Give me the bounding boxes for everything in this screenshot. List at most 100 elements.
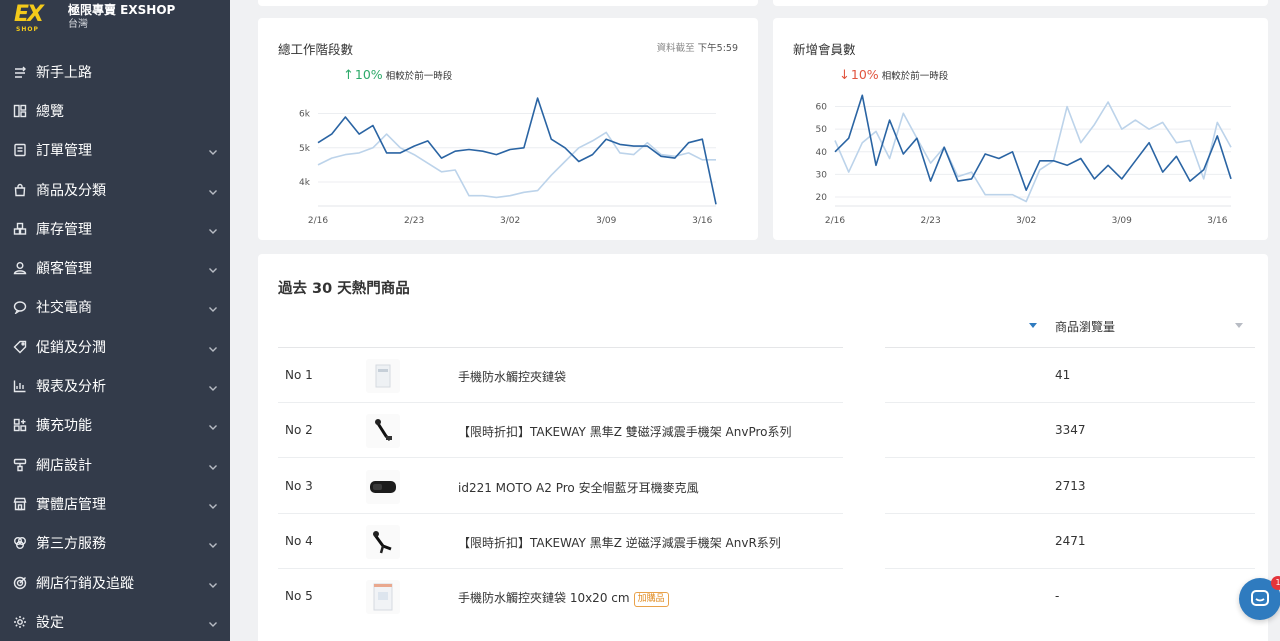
sidebar-item-15[interactable]: 設定 [0,602,230,641]
tag-icon [12,339,28,355]
sidebar-nav: 新手上路總覽訂單管理商品及分類 庫存管理顧客管理社交電商促銷及分潤報表及分析擴充功… [0,52,230,641]
product-thumbnail[interactable] [366,580,400,615]
series-line-previous [317,131,716,199]
sidebar-item-label: 第三方服務 [36,536,106,553]
table-row[interactable]: No 1 手機防水觸控夾鏈袋 41 [278,348,1255,403]
product-name-link[interactable]: 【限時折扣】TAKEWAY 黑隼Z 雙磁浮減震手機架 AnvPro系列 [458,423,792,440]
product-name-link[interactable]: 【限時折扣】TAKEWAY 黑隼Z 逆磁浮減震手機架 AnvR系列 [458,534,781,551]
summary-card-top-right [773,0,1268,6]
target-icon [12,575,28,591]
addon-badge: 加購品 [633,592,669,608]
x-tick-label: 3/09 [596,216,616,226]
x-tick-label: 2/23 [920,216,940,226]
x-tick-label: 3/16 [692,216,712,226]
sidebar-item-label: 顧客管理 [36,261,92,278]
y-tick-label: 60 [816,103,828,113]
sidebar-item-label: 設定 [36,614,64,631]
sidebar-item-5[interactable]: 庫存管理 [0,209,230,248]
y-tick-label: 20 [816,193,828,203]
chevron-down-icon[interactable] [208,185,218,195]
bag-icon [12,182,28,198]
inventory-icon [12,221,28,237]
product-rank: No 1 [285,368,313,382]
sidebar-item-3[interactable]: 訂單管理 [0,131,230,170]
apps-icon [12,417,28,433]
table-row[interactable]: No 2 【限時折扣】TAKEWAY 黑隼Z 雙磁浮減震手機架 AnvPro系列 3… [278,403,1255,459]
sort-desc-icon[interactable] [1029,323,1037,329]
chevron-down-icon[interactable] [208,224,218,234]
sessions-line-chart: 4k 5k 6k 2/16 2/23 3/02 3/09 3/16 [299,97,717,226]
y-tick-label: 5k [299,144,311,154]
sidebar-item-2[interactable]: 總覽 [0,91,230,130]
sidebar-item-label: 擴充功能 [36,418,92,435]
product-thumbnail[interactable] [366,469,400,504]
chevron-down-icon[interactable] [208,578,218,588]
product-views: 3347 [1055,423,1086,438]
summary-card-top-left [258,0,758,6]
brand-header[interactable]: EX SHOP 極限專賣 EXSHOP 台灣 [0,0,230,40]
product-thumbnail[interactable] [366,524,400,559]
sidebar-item-6[interactable]: 顧客管理 [0,248,230,287]
sidebar-item-14[interactable]: 網店行銷及追蹤 [0,563,230,602]
sort-toggle-icon[interactable] [1235,323,1243,329]
sidebar-item-label: 網店行銷及追蹤 [36,575,134,592]
chevron-down-icon[interactable] [208,381,218,392]
chevron-down-icon[interactable] [208,302,218,313]
sessions-chart-card: 總工作階段數 資料截至 下午5:59 ↑ 10% 相較於前一時段 4k 5k 6k 2… [258,18,758,240]
sidebar-item-11[interactable]: 網店設計 [0,445,230,484]
column-header-views[interactable]: 商品瀏覽量 [1055,318,1115,335]
y-tick-label: 30 [816,170,828,180]
product-name-link[interactable]: 手機防水觸控夾鏈袋 [458,368,566,385]
customer-icon [12,260,28,276]
product-thumbnail[interactable] [366,359,400,393]
sidebar-item-label: 總覽 [36,103,64,120]
product-views: - [1055,589,1060,604]
sidebar-item-label: 社交電商 [36,300,92,317]
sidebar-item-7[interactable]: 社交電商 [0,288,230,327]
sidebar-item-label: 實體店管理 [36,496,106,513]
sidebar-item-10[interactable]: 擴充功能 [0,406,230,445]
sidebar-item-1[interactable]: 新手上路 [0,52,230,91]
y-tick-label: 6k [299,110,311,120]
chevron-down-icon[interactable] [208,499,218,509]
top-products-card: 過去 30 天熱門商品 商品瀏覽量 No 1 手機防水觸控夾鏈袋 41 No 2 【限時… [258,254,1268,641]
sidebar-item-9[interactable]: 報表及分析 [0,366,230,405]
sidebar-item-4[interactable]: 商品及分類 [0,170,230,209]
table-row[interactable]: No 4 【限時折扣】TAKEWAY 黑隼Z 逆磁浮減震手機架 AnvR系列 247… [278,514,1255,569]
sidebar-item-13[interactable]: 第三方服務 [0,524,230,563]
overview-icon [12,103,28,119]
integration-icon [12,535,28,551]
chevron-down-icon[interactable] [208,538,218,549]
exshop-logo: EX SHOP [14,2,44,33]
sidebar-item-label: 新手上路 [36,64,92,81]
chevron-down-icon[interactable] [208,460,218,470]
chevron-down-icon[interactable] [208,420,218,431]
chat-bubble-icon [1251,590,1269,606]
y-tick-label: 40 [816,148,828,158]
top-products-title: 過去 30 天熱門商品 [278,281,410,297]
chevron-down-icon[interactable] [208,145,218,156]
x-tick-label: 2/16 [308,216,328,226]
sidebar: EX SHOP 極限專賣 EXSHOP 台灣 新手上路總覽訂單管理商品及分類 庫存… [0,0,230,641]
chevron-down-icon[interactable] [208,263,218,274]
chevron-down-icon[interactable] [208,342,218,352]
store-icon [12,496,28,512]
product-thumbnail[interactable] [366,414,400,449]
sidebar-item-12[interactable]: 實體店管理 [0,484,230,523]
chevron-down-icon[interactable] [208,617,218,627]
product-name-link[interactable]: id221 MOTO A2 Pro 安全帽藍牙耳機麥克風 [458,479,699,496]
y-tick-label: 4k [299,178,311,188]
table-row[interactable]: No 3 id221 MOTO A2 Pro 安全帽藍牙耳機麥克風 2713 [278,459,1255,514]
table-row[interactable]: No 5 手機防水觸控夾鏈袋 10x20 cm 加購品 - [278,569,1255,624]
x-tick-label: 2/23 [404,216,424,226]
sidebar-item-label: 報表及分析 [36,379,106,396]
sidebar-item-label: 訂單管理 [36,143,92,160]
product-views: 41 [1055,368,1071,382]
x-tick-label: 3/02 [500,216,520,226]
store-name: 極限專賣 EXSHOP [68,3,176,17]
product-rank: No 3 [285,478,313,493]
sidebar-item-8[interactable]: 促銷及分潤 [0,327,230,366]
chat-icon [12,299,28,315]
product-name-link[interactable]: 手機防水觸控夾鏈袋 10x20 cm 加購品 [458,589,669,608]
gear-icon [12,614,28,630]
